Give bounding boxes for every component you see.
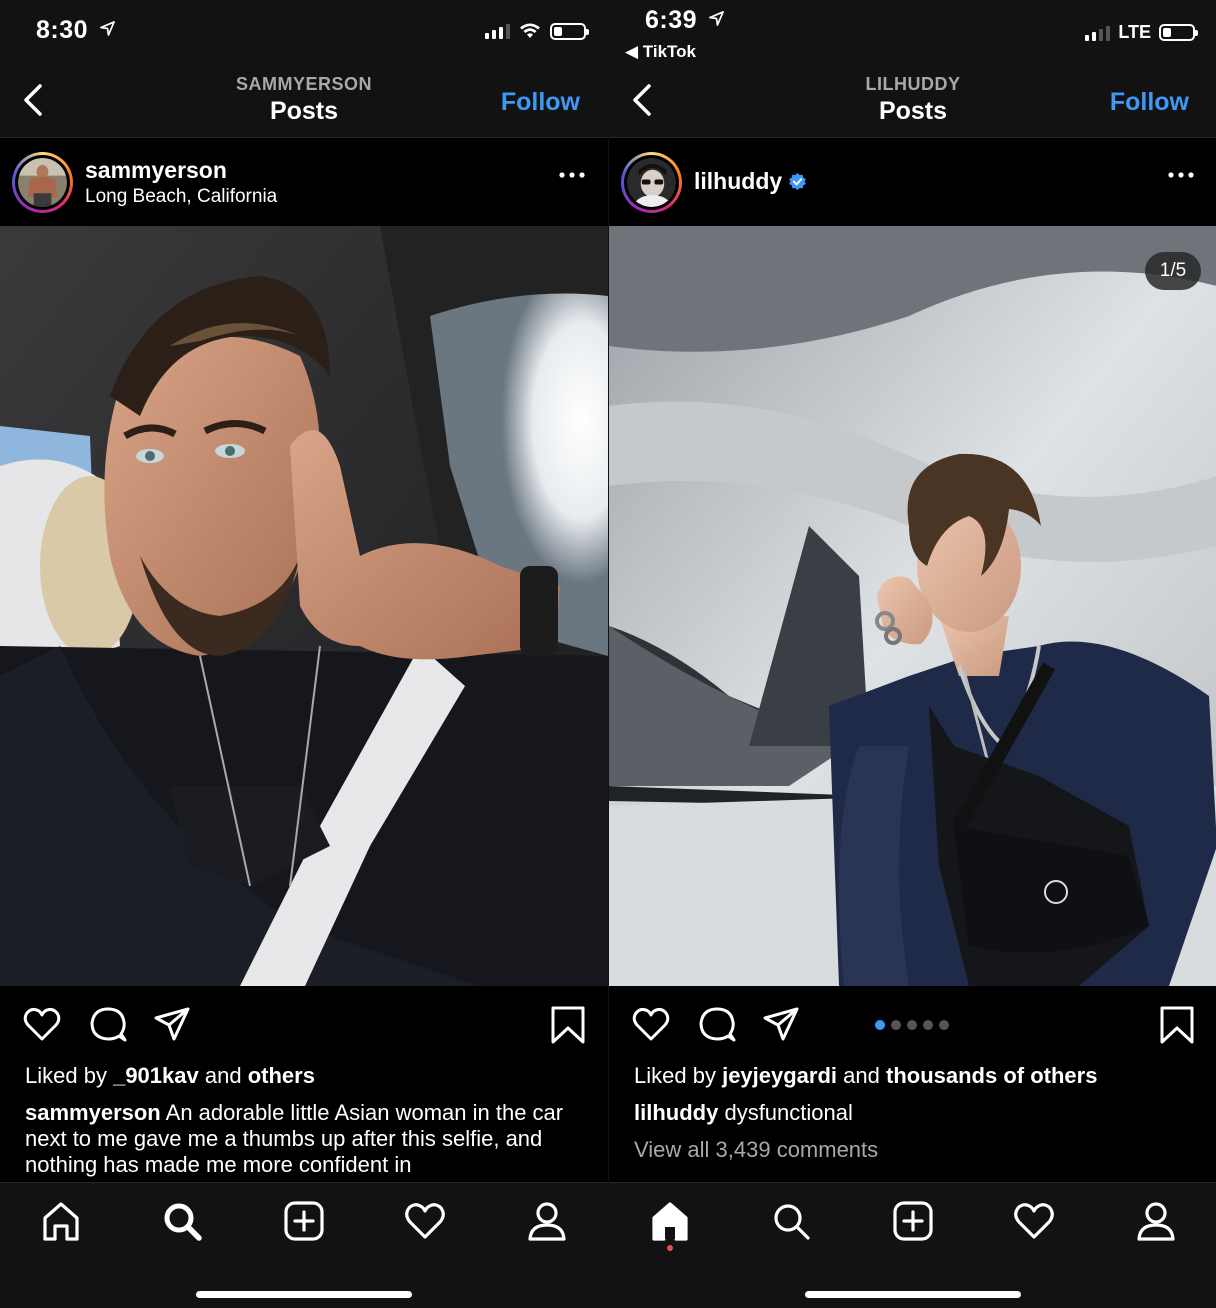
- wifi-icon: [520, 23, 540, 38]
- more-dots-icon[interactable]: [1167, 169, 1195, 181]
- status-right: LTE: [1085, 22, 1198, 43]
- post-header: lilhuddy: [609, 139, 1216, 226]
- comment-icon[interactable]: [88, 1004, 128, 1044]
- tab-bar: [609, 1182, 1216, 1308]
- left-phone-screen: 8:30 SAMMYERSON Posts Follow sammyerson …: [0, 0, 608, 1308]
- search-icon[interactable]: [160, 1199, 204, 1243]
- search-icon[interactable]: [769, 1199, 813, 1243]
- carousel-counter: 1/5: [1145, 252, 1201, 290]
- screenshot-comparison: 8:30 SAMMYERSON Posts Follow sammyerson …: [0, 0, 1216, 1308]
- location-arrow-icon: [708, 11, 724, 26]
- liked-by-user[interactable]: jeyjeygardi: [722, 1063, 837, 1088]
- bookmark-icon[interactable]: [548, 1004, 588, 1044]
- notification-dot: [667, 1245, 673, 1251]
- status-bar: 8:30: [0, 0, 608, 66]
- battery-icon: [550, 22, 589, 40]
- avatar[interactable]: [621, 152, 682, 213]
- home-indicator[interactable]: [805, 1291, 1021, 1298]
- profile-icon[interactable]: [1134, 1199, 1178, 1243]
- home-icon[interactable]: [39, 1199, 83, 1243]
- status-bar: 6:39 ◀ TikTok LTE: [609, 0, 1216, 66]
- tab-bar: [0, 1182, 608, 1308]
- post-photo[interactable]: 1/5: [609, 226, 1216, 986]
- verified-badge-icon: [789, 172, 807, 191]
- battery-icon: [1159, 24, 1198, 41]
- post-header: sammyerson Long Beach, California: [0, 139, 608, 226]
- carousel-dot: [891, 1020, 901, 1030]
- new-post-icon[interactable]: [282, 1199, 326, 1243]
- status-time: 8:30: [36, 16, 115, 45]
- post-username[interactable]: lilhuddy: [694, 168, 782, 194]
- profile-icon[interactable]: [525, 1199, 569, 1243]
- post-caption: lilhuddy dysfunctional: [634, 1100, 853, 1126]
- selfie-image: [0, 226, 608, 986]
- heart-icon[interactable]: [631, 1004, 671, 1044]
- carousel-dot: [923, 1020, 933, 1030]
- liked-by: Liked by _901kav and others: [25, 1063, 315, 1089]
- post-actions: [609, 1000, 1216, 1052]
- send-icon[interactable]: [761, 1004, 801, 1044]
- liked-by-user[interactable]: _901kav: [113, 1063, 199, 1088]
- right-phone-screen: 6:39 ◀ TikTok LTE LILHUDDY Posts Follow: [608, 0, 1216, 1308]
- liked-by-prefix: Liked by: [25, 1063, 107, 1088]
- carousel-dot: [939, 1020, 949, 1030]
- comment-icon[interactable]: [697, 1004, 737, 1044]
- activity-heart-icon[interactable]: [1012, 1199, 1056, 1243]
- caption-text: dysfunctional: [724, 1100, 853, 1125]
- status-time-text: 8:30: [36, 16, 89, 44]
- signal-icon: [1085, 25, 1111, 41]
- post-username-row: lilhuddy: [694, 168, 807, 195]
- follow-button[interactable]: Follow: [501, 88, 580, 117]
- post-actions: [0, 1000, 608, 1052]
- nav-header: SAMMYERSON Posts Follow: [0, 66, 608, 138]
- home-icon[interactable]: [648, 1199, 692, 1243]
- avatar-image: [627, 158, 676, 207]
- back-to-app-link[interactable]: ◀ TikTok: [625, 42, 696, 62]
- avatar-image: [18, 158, 67, 207]
- bookmark-icon[interactable]: [1157, 1004, 1197, 1044]
- liked-by: Liked by jeyjeygardi and thousands of ot…: [634, 1063, 1097, 1089]
- carousel-dot: [875, 1020, 885, 1030]
- network-type: LTE: [1118, 22, 1151, 42]
- follow-button[interactable]: Follow: [1110, 88, 1189, 117]
- status-time: 6:39: [645, 6, 724, 35]
- post-photo[interactable]: [0, 226, 608, 986]
- post-username[interactable]: sammyerson: [85, 157, 227, 184]
- liked-by-others[interactable]: thousands of others: [886, 1063, 1097, 1088]
- heart-icon[interactable]: [22, 1004, 62, 1044]
- send-icon[interactable]: [152, 1004, 192, 1044]
- home-indicator[interactable]: [196, 1291, 412, 1298]
- portrait-image: [609, 226, 1216, 986]
- liked-by-and: and: [204, 1063, 242, 1088]
- caption-username[interactable]: sammyerson: [25, 1100, 161, 1125]
- caption-username[interactable]: lilhuddy: [634, 1100, 718, 1125]
- post-location[interactable]: Long Beach, California: [85, 186, 277, 208]
- liked-by-prefix: Liked by: [634, 1063, 716, 1088]
- new-post-icon[interactable]: [891, 1199, 935, 1243]
- more-dots-icon[interactable]: [558, 169, 586, 181]
- avatar[interactable]: [12, 152, 73, 213]
- carousel-dots: [875, 1020, 949, 1030]
- view-all-comments-link[interactable]: View all 3,439 comments: [634, 1137, 878, 1163]
- liked-by-others[interactable]: others: [248, 1063, 315, 1088]
- location-arrow-icon: [99, 21, 115, 36]
- post-caption: sammyerson An adorable little Asian woma…: [25, 1100, 595, 1180]
- carousel-dot: [907, 1020, 917, 1030]
- status-right: [485, 22, 589, 40]
- signal-icon: [485, 23, 510, 39]
- nav-header: LILHUDDY Posts Follow: [609, 66, 1216, 138]
- liked-by-and: and: [843, 1063, 880, 1088]
- activity-heart-icon[interactable]: [403, 1199, 447, 1243]
- status-time-text: 6:39: [645, 6, 698, 34]
